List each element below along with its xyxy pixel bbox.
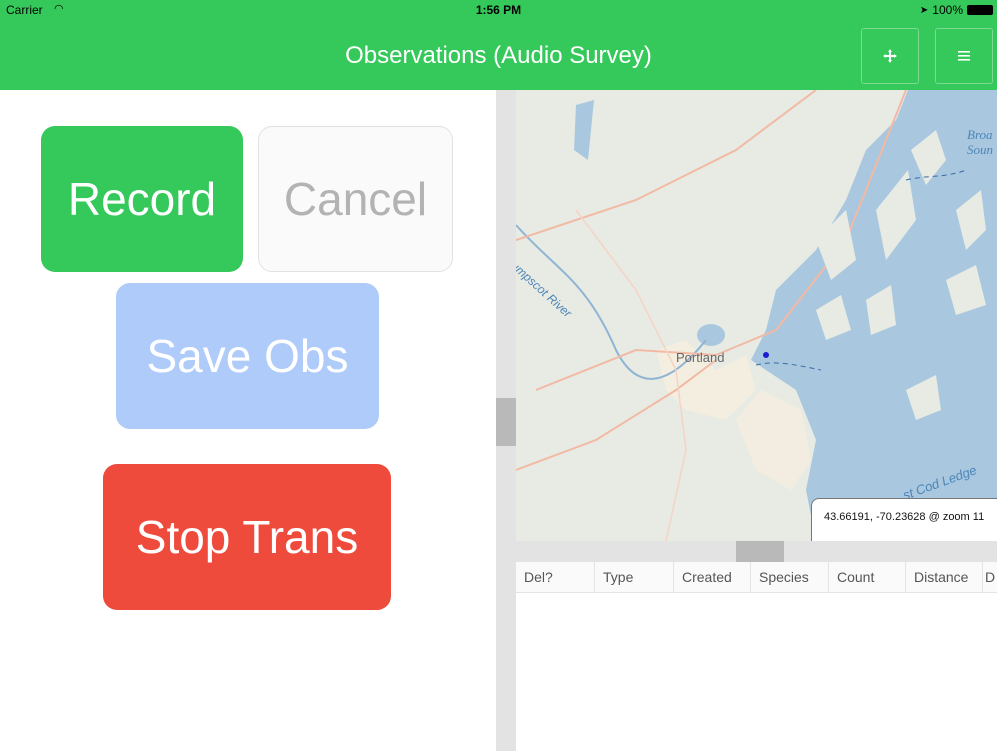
map-label-broad: Broa — [967, 127, 993, 142]
save-obs-button[interactable]: Save Obs — [116, 283, 379, 429]
vertical-splitter-handle[interactable] — [496, 398, 516, 446]
column-header-species[interactable]: Species — [751, 562, 829, 592]
column-header-count[interactable]: Count — [829, 562, 906, 592]
move-arrows-icon — [883, 49, 897, 63]
horizontal-splitter-handle[interactable] — [736, 541, 784, 562]
column-header-type[interactable]: Type — [595, 562, 674, 592]
map-label-portland: Portland — [676, 350, 725, 365]
column-header-d[interactable]: D — [983, 562, 997, 592]
page-title: Observations (Audio Survey) — [345, 42, 652, 69]
map-label-sound: Soun — [967, 142, 993, 157]
status-bar: Carrier ◠ 1:56 PM ➤ 100% — [0, 0, 997, 20]
location-dot-icon — [763, 352, 769, 358]
location-arrow-icon: ➤ — [919, 4, 929, 16]
status-time: 1:56 PM — [475, 3, 522, 17]
observations-table[interactable]: Del? Type Created Species Count Distance… — [516, 562, 997, 751]
cancel-button[interactable]: Cancel — [258, 126, 453, 272]
hamburger-menu-icon — [958, 51, 970, 61]
map-canvas — [516, 90, 997, 541]
stop-trans-button[interactable]: Stop Trans — [103, 464, 391, 610]
column-header-distance[interactable]: Distance — [906, 562, 983, 592]
nav-bar: Observations (Audio Survey) — [0, 20, 997, 90]
move-button[interactable] — [861, 28, 919, 84]
table-header: Del? Type Created Species Count Distance… — [516, 562, 997, 593]
map-view[interactable]: Portland esumpscot River st Cod Ledge Br… — [516, 90, 997, 541]
column-header-created[interactable]: Created — [674, 562, 751, 592]
control-panel: Record Cancel Save Obs Stop Trans — [0, 90, 496, 751]
battery-percent: 100% — [932, 3, 963, 17]
vertical-splitter[interactable] — [496, 90, 516, 751]
menu-button[interactable] — [935, 28, 993, 84]
column-header-del[interactable]: Del? — [516, 562, 595, 592]
horizontal-splitter[interactable] — [516, 541, 997, 562]
coordinate-readout: 43.66191, -70.23628 @ zoom 11 — [811, 498, 997, 541]
battery-icon — [967, 5, 993, 15]
record-button[interactable]: Record — [41, 126, 243, 272]
